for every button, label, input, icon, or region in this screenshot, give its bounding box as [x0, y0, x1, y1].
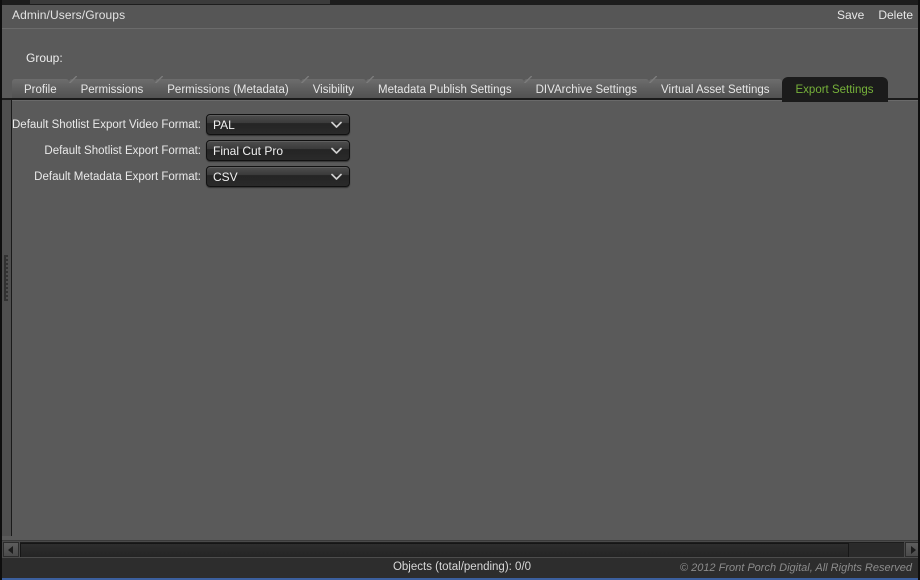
save-button[interactable]: Save — [837, 8, 864, 22]
field-label-container: Default Metadata Export Format: — [2, 166, 201, 187]
export-format-select[interactable]: CSV — [206, 166, 350, 187]
tab-divarchive-settings[interactable]: DIVArchive Settings — [522, 76, 650, 100]
field-label: Default Shotlist Export Format: — [44, 144, 201, 157]
application-window: Admin/Users/Groups Save Delete Group: Su… — [0, 0, 920, 580]
group-label: Group: — [26, 51, 63, 65]
window-top-strip-inner — [30, 0, 330, 4]
splitter-grip-icon — [4, 255, 8, 301]
export-format-select-value: CSV — [213, 169, 238, 184]
export-settings-panel: Default Shotlist Export Video Format: PAL… — [2, 100, 918, 537]
chevron-down-icon — [331, 147, 342, 155]
status-bar: Objects (total/pending): 0/0 © 2012 Fron… — [2, 557, 918, 579]
triangle-left-icon — [8, 545, 14, 554]
group-selector-row: Group: SuperAdmin — [2, 29, 918, 97]
field-label: Default Shotlist Export Video Format: — [12, 118, 201, 131]
panel-splitter[interactable] — [2, 100, 12, 536]
form-row: Default Metadata Export Format: CSV — [2, 166, 918, 187]
scroll-right-button[interactable] — [905, 542, 918, 557]
field-label-container: Default Shotlist Export Video Format: — [2, 114, 201, 135]
field-label: Default Metadata Export Format: — [34, 170, 201, 183]
export-format-select[interactable]: PAL — [206, 114, 350, 135]
tab-bar: Profile Permissions Permissions (Metadata)… — [2, 74, 918, 102]
form-row: Default Shotlist Export Video Format: PAL — [2, 114, 918, 135]
form-row: Default Shotlist Export Format: Final Cut… — [2, 140, 918, 161]
titlebar: Admin/Users/Groups Save Delete — [2, 5, 918, 29]
export-format-select-value: PAL — [213, 117, 235, 132]
export-format-select[interactable]: Final Cut Pro — [206, 140, 350, 161]
chevron-down-icon — [331, 121, 342, 129]
copyright-notice: © 2012 Front Porch Digital, All Rights R… — [679, 562, 912, 574]
tab-permissions[interactable]: Permissions — [67, 76, 156, 100]
page-title: Admin/Users/Groups — [12, 8, 126, 22]
horizontal-scrollbar[interactable] — [2, 540, 918, 559]
tab-metadata-publish-settings[interactable]: Metadata Publish Settings — [365, 76, 524, 100]
tab-export-settings[interactable]: Export Settings — [781, 77, 888, 102]
tab-virtual-asset-settings[interactable]: Virtual Asset Settings — [648, 76, 782, 100]
tab-profile[interactable]: Profile — [12, 79, 69, 100]
chevron-down-icon — [331, 173, 342, 181]
triangle-right-icon — [910, 545, 916, 554]
field-label-container: Default Shotlist Export Format: — [2, 140, 201, 161]
scrollbar-thumb[interactable] — [20, 543, 849, 558]
scroll-left-button[interactable] — [3, 542, 19, 557]
export-format-select-value: Final Cut Pro — [213, 143, 284, 158]
titlebar-actions: Save Delete — [837, 8, 913, 22]
delete-button[interactable]: Delete — [878, 8, 913, 22]
tab-list: Profile Permissions Permissions (Metadata)… — [12, 76, 888, 102]
tab-permissions-metadata[interactable]: Permissions (Metadata) — [154, 76, 301, 100]
tab-visibility[interactable]: Visibility — [299, 76, 367, 100]
